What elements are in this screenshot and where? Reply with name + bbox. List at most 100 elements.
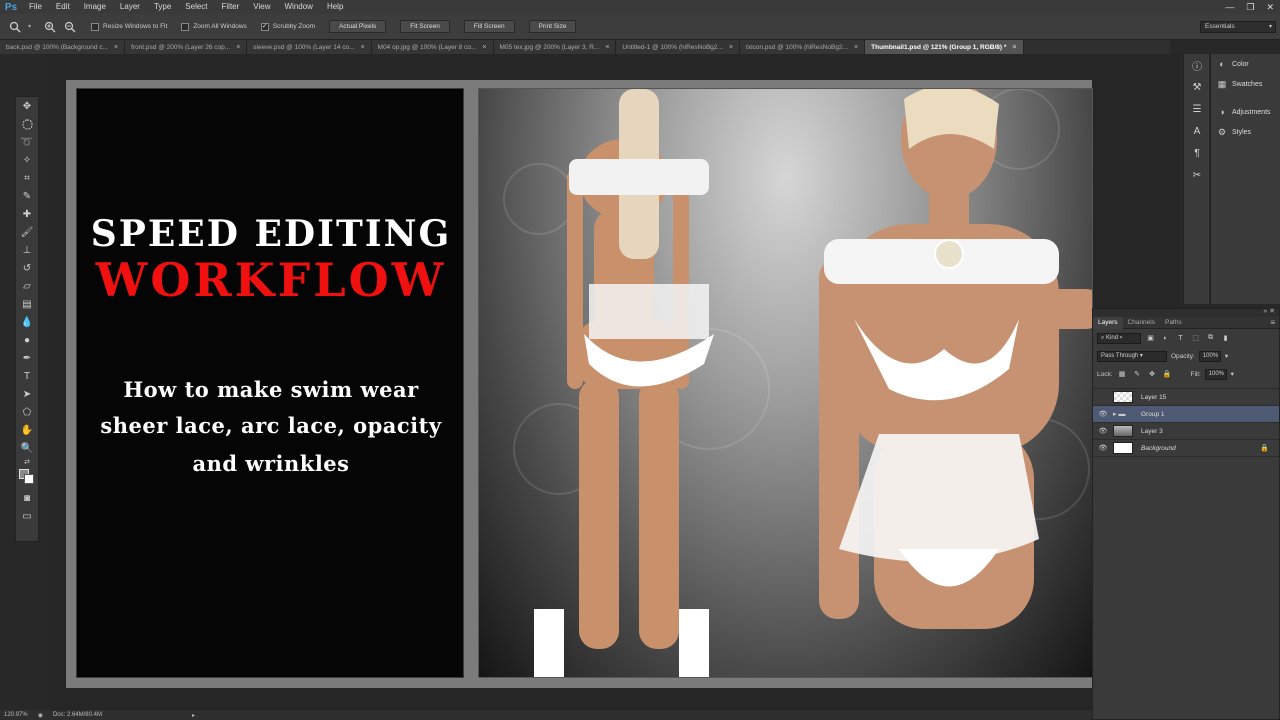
actual-pixels-button[interactable]: Actual Pixels [329,20,387,33]
close-icon[interactable]: × [854,44,858,51]
eyedropper-tool-icon[interactable]: ✎ [16,187,38,205]
pixel-filter-icon[interactable]: ▣ [1145,333,1156,344]
eye-icon[interactable]: 👁 [1093,410,1113,418]
background-color[interactable] [24,474,34,484]
sliders-icon[interactable]: ☰ [1184,98,1210,120]
swap-colors-icon[interactable]: ⇄ [16,457,38,467]
shape-filter-icon[interactable]: ⬚ [1190,333,1201,344]
history-brush-tool-icon[interactable]: ↺ [16,259,38,277]
close-icon[interactable]: × [1012,44,1016,51]
type-tool-icon[interactable]: T [16,367,38,385]
doc-size[interactable]: Doc: 2.64M/80.4M [53,712,102,718]
checkmark-icon[interactable]: ✓ [260,22,269,31]
play-icon[interactable]: ▸ [192,712,195,719]
adjustments-panel-button[interactable]: ◑ Adjustments [1211,102,1280,122]
doc-tab-sleeve[interactable]: sleeve.psd @ 100% (Layer 14 co... × [247,40,372,54]
close-icon[interactable]: × [482,44,486,51]
zoom-tool-icon[interactable]: 🔍 [16,439,38,457]
lasso-tool-icon[interactable]: ➰ [16,133,38,151]
menu-window[interactable]: Window [278,0,320,14]
screen-mode-icon[interactable]: ▭ [16,507,38,525]
info-icon[interactable]: ⓘ [1184,54,1210,76]
filter-toggle-icon[interactable]: ▮ [1220,333,1231,344]
hand-tool-icon[interactable]: ✋ [16,421,38,439]
blur-tool-icon[interactable]: 💧 [16,313,38,331]
filter-kind-select[interactable]: ⌕ Kind ▾ [1097,332,1141,344]
zoom-in-icon[interactable] [43,20,57,34]
chevron-down-icon[interactable]: ▾ [1225,352,1228,360]
marquee-tool-icon[interactable] [16,115,38,133]
menu-view[interactable]: View [246,0,277,14]
menu-filter[interactable]: Filter [215,0,247,14]
menu-image[interactable]: Image [77,0,113,14]
zoom-tool-icon[interactable] [8,20,22,34]
layer-row-background[interactable]: 👁 Background 🔒 [1093,440,1279,457]
print-size-button[interactable]: Print Size [528,20,577,33]
clone-stamp-tool-icon[interactable]: ⊥ [16,241,38,259]
tab-paths[interactable]: Paths [1160,317,1187,329]
eraser-tool-icon[interactable]: ▱ [16,277,38,295]
swatches-panel-button[interactable]: ▦ Swatches [1211,74,1280,94]
brush-tool-icon[interactable]: 🖌 [16,223,38,241]
brush-preset-icon[interactable]: ⚒ [1184,76,1210,98]
pen-tool-icon[interactable]: ✒ [16,349,38,367]
lock-pixels-icon[interactable]: ✎ [1132,369,1143,380]
lock-position-icon[interactable]: ✥ [1147,369,1158,380]
folder-icon[interactable]: ▸ ▬ [1113,410,1133,418]
lock-all-icon[interactable]: 🔒 [1162,369,1173,380]
eye-icon[interactable]: 👁 [1093,427,1113,435]
shape-tool-icon[interactable]: ⬠ [16,403,38,421]
doc-tab-m04[interactable]: M04 op.jpg @ 100% (Layer 8 co... × [371,40,494,54]
tab-layers[interactable]: Layers [1093,316,1123,329]
restore-icon[interactable]: ❐ [1246,2,1254,13]
magic-wand-tool-icon[interactable]: ✧ [16,151,38,169]
close-icon[interactable]: × [729,44,733,51]
quick-mask-icon[interactable]: ◙ [16,489,38,507]
type-filter-icon[interactable]: T [1175,333,1186,344]
eye-icon[interactable]: 👁 [1093,444,1113,452]
layer-row-layer15[interactable]: Layer 15 [1093,389,1279,406]
doc-tab-back[interactable]: back.psd @ 100% (Background c... × [0,40,126,54]
tab-channels[interactable]: Channels [1123,317,1160,329]
smart-object-filter-icon[interactable]: ⧉ [1205,333,1216,344]
panel-menu-icon[interactable]: ≡ [1270,318,1279,327]
minimize-icon[interactable]: — [1225,2,1234,12]
paragraph-icon[interactable]: ¶ [1184,142,1210,164]
styles-panel-button[interactable]: ⚙ Styles [1211,122,1280,142]
menu-layer[interactable]: Layer [113,0,147,14]
blend-mode-select[interactable]: Pass Through ▾ [1097,350,1167,362]
layer-row-group1[interactable]: 👁 ▸ ▬ Group 1 [1093,406,1279,423]
doc-tab-front[interactable]: front.psd @ 200% (Layer 26 cop... × [125,40,248,54]
doc-tab-m05[interactable]: M05 tex.jpg @ 200% (Layer 3, R... × [493,40,617,54]
dodge-tool-icon[interactable]: ● [16,331,38,349]
zoom-all-windows-checkbox[interactable]: Zoom All Windows [181,22,247,31]
menu-help[interactable]: Help [320,0,350,14]
close-icon[interactable]: × [361,44,365,51]
color-panel-button[interactable]: ◐ Color [1211,54,1280,74]
chevron-down-icon[interactable]: ▾ [1231,370,1234,378]
path-selection-tool-icon[interactable]: ➤ [16,385,38,403]
close-icon[interactable]: × [605,44,609,51]
zoom-out-icon[interactable] [63,20,77,34]
lock-transparency-icon[interactable]: ▦ [1117,369,1128,380]
menu-file[interactable]: File [22,0,49,14]
close-icon[interactable]: × [114,44,118,51]
close-icon[interactable]: × [236,44,240,51]
character-icon[interactable]: A [1184,120,1210,142]
workspace-select[interactable]: Essentials ▾ [1200,21,1276,33]
close-icon[interactable]: ✕ [1266,2,1274,13]
opacity-input[interactable]: 100% [1198,350,1221,362]
scrubby-zoom-checkbox[interactable]: ✓ Scrubby Zoom [260,22,315,31]
menu-type[interactable]: Type [147,0,178,14]
doc-tab-untitled[interactable]: Untitled-1 @ 100% (hiResNoBg2... × [616,40,741,54]
healing-brush-tool-icon[interactable]: ✚ [16,205,38,223]
gradient-tool-icon[interactable]: ▤ [16,295,38,313]
fill-screen-button[interactable]: Fill Screen [463,20,515,33]
menu-select[interactable]: Select [178,0,214,14]
menu-edit[interactable]: Edit [49,0,77,14]
crop-tool-icon[interactable]: ⌗ [16,169,38,187]
checkbox-box[interactable] [181,22,190,31]
doc-tab-thumbnail1[interactable]: Thumbnail1.psd @ 121% (Group 1, RGB/8) *… [865,40,1024,54]
chevron-down-icon[interactable]: ▾ [28,23,31,30]
fit-screen-button[interactable]: Fit Screen [400,20,450,33]
